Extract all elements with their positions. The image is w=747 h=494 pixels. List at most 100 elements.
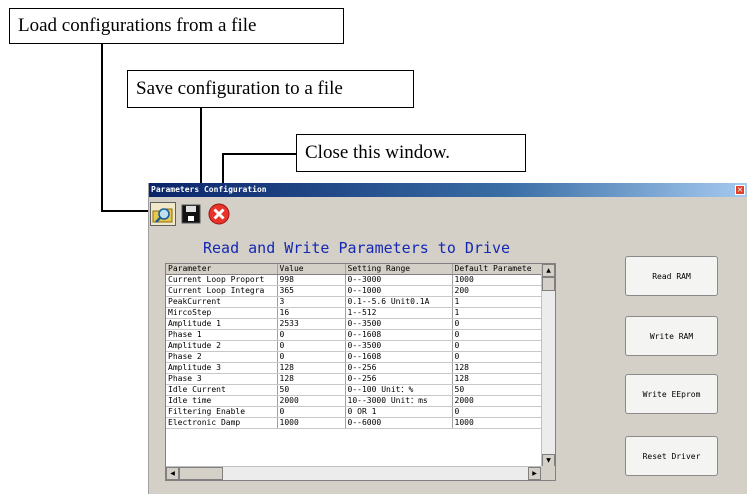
- column-header-parameter[interactable]: Parameter: [166, 264, 278, 276]
- vertical-scrollbar[interactable]: ▲ ▼: [541, 264, 555, 467]
- cell-value[interactable]: 998: [277, 274, 346, 287]
- cell-value[interactable]: 0: [277, 329, 346, 342]
- cell-value[interactable]: 128: [277, 373, 346, 386]
- column-header-setting-range[interactable]: Setting Range: [345, 264, 453, 276]
- floppy-save-icon: [181, 204, 201, 224]
- cell-setting-range: 0--3500: [345, 318, 453, 331]
- cell-default: 200: [452, 285, 544, 298]
- parameter-table: Parameter Value Setting Range Default Pa…: [166, 264, 544, 430]
- folder-search-icon: [152, 208, 173, 223]
- cell-default: 128: [452, 373, 544, 386]
- scroll-up-button[interactable]: ▲: [542, 264, 555, 277]
- cell-setting-range: 0--3000: [345, 274, 453, 287]
- table-header-row: Parameter Value Setting Range Default Pa…: [166, 264, 544, 276]
- cell-parameter: PeakCurrent: [166, 296, 278, 309]
- cell-setting-range: 0--256: [345, 373, 453, 386]
- callout-load-line-horizontal: [101, 210, 149, 212]
- table-row[interactable]: Current Loop Integra 365 0--1000 200: [166, 285, 544, 298]
- write-ram-button[interactable]: Write RAM: [625, 316, 718, 356]
- callout-save-text: Save configuration to a file: [136, 78, 343, 99]
- callout-load-configurations: Load configurations from a file: [9, 8, 344, 44]
- cell-default: 1: [452, 296, 544, 309]
- cell-setting-range: 0.1--5.6 Unit0.1A: [345, 296, 453, 309]
- parameter-grid[interactable]: Parameter Value Setting Range Default Pa…: [165, 263, 556, 481]
- table-row[interactable]: Current Loop Proport 998 0--3000 1000: [166, 274, 544, 287]
- cell-value[interactable]: 1000: [277, 417, 346, 430]
- table-row[interactable]: Electronic Damp 1000 0--6000 1000: [166, 417, 544, 430]
- cell-parameter: Phase 3: [166, 373, 278, 386]
- cell-parameter: Idle Current: [166, 384, 278, 397]
- cell-default: 0: [452, 329, 544, 342]
- table-row[interactable]: Idle Current 50 0--100 Unit：% 50: [166, 384, 544, 397]
- cell-parameter: Amplitude 1: [166, 318, 278, 331]
- table-row[interactable]: PeakCurrent 3 0.1--5.6 Unit0.1A 1: [166, 296, 544, 309]
- load-configurations-button[interactable]: [150, 202, 176, 226]
- cell-value[interactable]: 0: [277, 406, 346, 419]
- table-row[interactable]: Phase 3 128 0--256 128: [166, 373, 544, 386]
- cell-setting-range: 10--3000 Unit：ms: [345, 395, 453, 408]
- cell-setting-range: 0 OR 1: [345, 406, 453, 419]
- cell-parameter: Amplitude 2: [166, 340, 278, 353]
- table-row[interactable]: Amplitude 3 128 0--256 128: [166, 362, 544, 375]
- callout-close-text: Close this window.: [305, 142, 450, 163]
- cell-setting-range: 0--256: [345, 362, 453, 375]
- cell-value[interactable]: 3: [277, 296, 346, 309]
- cell-value[interactable]: 2533: [277, 318, 346, 331]
- save-configuration-button[interactable]: [178, 202, 204, 226]
- cell-parameter: Amplitude 3: [166, 362, 278, 375]
- cell-value[interactable]: 0: [277, 351, 346, 364]
- scroll-right-button[interactable]: ▶: [528, 467, 541, 480]
- callout-close-window: Close this window.: [296, 134, 526, 172]
- cell-value[interactable]: 0: [277, 340, 346, 353]
- cell-setting-range: 0--3500: [345, 340, 453, 353]
- cell-setting-range: 0--1608: [345, 329, 453, 342]
- cell-value[interactable]: 16: [277, 307, 346, 320]
- cell-default: 0: [452, 318, 544, 331]
- table-row[interactable]: MircoStep 16 1--512 1: [166, 307, 544, 320]
- table-row[interactable]: Amplitude 2 0 0--3500 0: [166, 340, 544, 353]
- cell-parameter: MircoStep: [166, 307, 278, 320]
- callout-load-text: Load configurations from a file: [18, 15, 257, 36]
- scrollbar-corner: [541, 466, 555, 480]
- cell-default: 0: [452, 351, 544, 364]
- cell-parameter: Electronic Damp: [166, 417, 278, 430]
- cell-default: 0: [452, 340, 544, 353]
- read-ram-button[interactable]: Read RAM: [625, 256, 718, 296]
- cell-setting-range: 0--100 Unit：%: [345, 384, 453, 397]
- write-eeprom-button[interactable]: Write EEprom: [625, 374, 718, 414]
- section-heading: Read and Write Parameters to Drive: [203, 239, 511, 257]
- cell-setting-range: 0--1000: [345, 285, 453, 298]
- table-row[interactable]: Phase 1 0 0--1608 0: [166, 329, 544, 342]
- horizontal-scroll-thumb[interactable]: [179, 467, 223, 480]
- scroll-left-button[interactable]: ◀: [166, 467, 179, 480]
- table-row[interactable]: Filtering Enable 0 0 OR 10: [166, 406, 544, 419]
- cell-value[interactable]: 128: [277, 362, 346, 375]
- parameters-configuration-window: Parameters Configuration × Read and Writ…: [148, 183, 747, 494]
- table-row[interactable]: Phase 2 0 0--1608 0: [166, 351, 544, 364]
- cell-parameter: Phase 2: [166, 351, 278, 364]
- cell-setting-range: 0--1608: [345, 351, 453, 364]
- table-row[interactable]: Idle time 2000 10--3000 Unit：ms 2000: [166, 395, 544, 408]
- cell-value[interactable]: 2000: [277, 395, 346, 408]
- red-x-circle-icon: [208, 203, 230, 225]
- horizontal-scrollbar[interactable]: ◀ ▶: [166, 466, 541, 480]
- callout-load-line-vertical: [101, 44, 103, 212]
- cell-default: 1000: [452, 274, 544, 287]
- reset-driver-button[interactable]: Reset Driver: [625, 436, 718, 476]
- cell-setting-range: 0--6000: [345, 417, 453, 430]
- cell-parameter: Filtering Enable: [166, 406, 278, 419]
- cell-value[interactable]: 50: [277, 384, 346, 397]
- cell-default: 0: [452, 406, 544, 419]
- vertical-scroll-thumb[interactable]: [542, 277, 555, 291]
- close-window-button[interactable]: [206, 202, 232, 226]
- column-header-default-parameter[interactable]: Default Paramete: [452, 264, 544, 276]
- cell-parameter: Idle time: [166, 395, 278, 408]
- cell-default: 2000: [452, 395, 544, 408]
- window-close-button[interactable]: ×: [735, 185, 745, 195]
- cell-setting-range: 1--512: [345, 307, 453, 320]
- title-bar: Parameters Configuration ×: [149, 183, 747, 197]
- window-title: Parameters Configuration: [151, 185, 267, 194]
- table-row[interactable]: Amplitude 1 2533 0--3500 0: [166, 318, 544, 331]
- column-header-value[interactable]: Value: [277, 264, 346, 276]
- cell-value[interactable]: 365: [277, 285, 346, 298]
